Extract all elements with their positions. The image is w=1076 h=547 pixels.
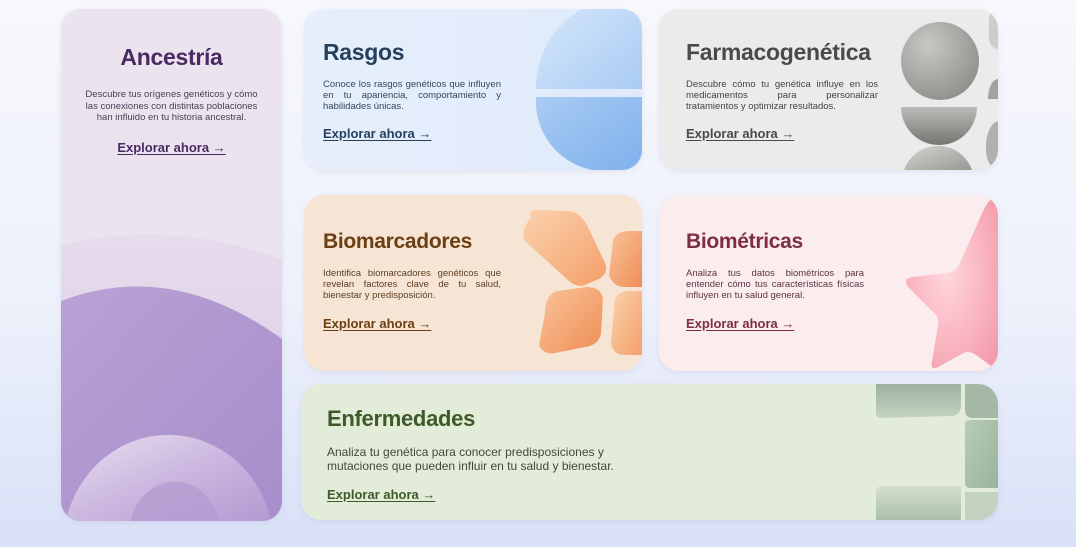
card-description: Conoce los rasgos genéticos que influyen… xyxy=(323,79,501,112)
card-title: Farmacogenética xyxy=(686,39,871,65)
explore-link-ancestria[interactable]: Explorar ahora → xyxy=(117,140,225,155)
card-title: Biométricas xyxy=(686,230,803,253)
explore-link-farmacogenetica[interactable]: Explorar ahora → xyxy=(686,126,794,141)
green-blocks-shape xyxy=(876,384,998,520)
card-title: Rasgos xyxy=(323,39,405,65)
card-description: Analiza tu genética para conocer predisp… xyxy=(327,445,614,473)
card-biometricas[interactable]: Biométricas Analiza tus datos biométrico… xyxy=(659,195,998,371)
explore-link-enfermedades[interactable]: Explorar ahora → xyxy=(327,487,435,502)
card-description: Analiza tus datos biométricos para enten… xyxy=(686,268,864,301)
card-enfermedades[interactable]: Enfermedades Analiza tu genética para co… xyxy=(301,384,998,520)
grey-circles-shape xyxy=(901,10,998,170)
explore-link-biomarcadores[interactable]: Explorar ahora → xyxy=(323,316,431,331)
card-description: Descubre tus orígenes genéticos y cómo l… xyxy=(85,89,258,123)
explore-link-biometricas[interactable]: Explorar ahora → xyxy=(686,316,794,331)
card-farmacogenetica[interactable]: Farmacogenética Descubre cómo tu genétic… xyxy=(659,9,998,170)
split-circle-shape xyxy=(535,9,642,170)
card-title: Enfermedades xyxy=(327,406,476,431)
card-description: Descubre cómo tu genética influye en los… xyxy=(686,79,878,112)
card-title: Biomarcadores xyxy=(323,230,472,253)
card-rasgos[interactable]: Rasgos Conoce los rasgos genéticos que i… xyxy=(304,9,642,170)
card-description: Identifica biomarcadores genéticos que r… xyxy=(323,268,501,301)
explore-link-rasgos[interactable]: Explorar ahora → xyxy=(323,126,431,141)
pink-star-shape xyxy=(905,195,998,371)
card-ancestria[interactable]: Ancestría Descubre tus orígenes genético… xyxy=(61,9,282,521)
card-title: Ancestría xyxy=(120,44,223,70)
card-biomarcadores[interactable]: Biomarcadores Identifica biomarcadores g… xyxy=(304,195,642,371)
orange-petals-shape xyxy=(523,209,642,355)
